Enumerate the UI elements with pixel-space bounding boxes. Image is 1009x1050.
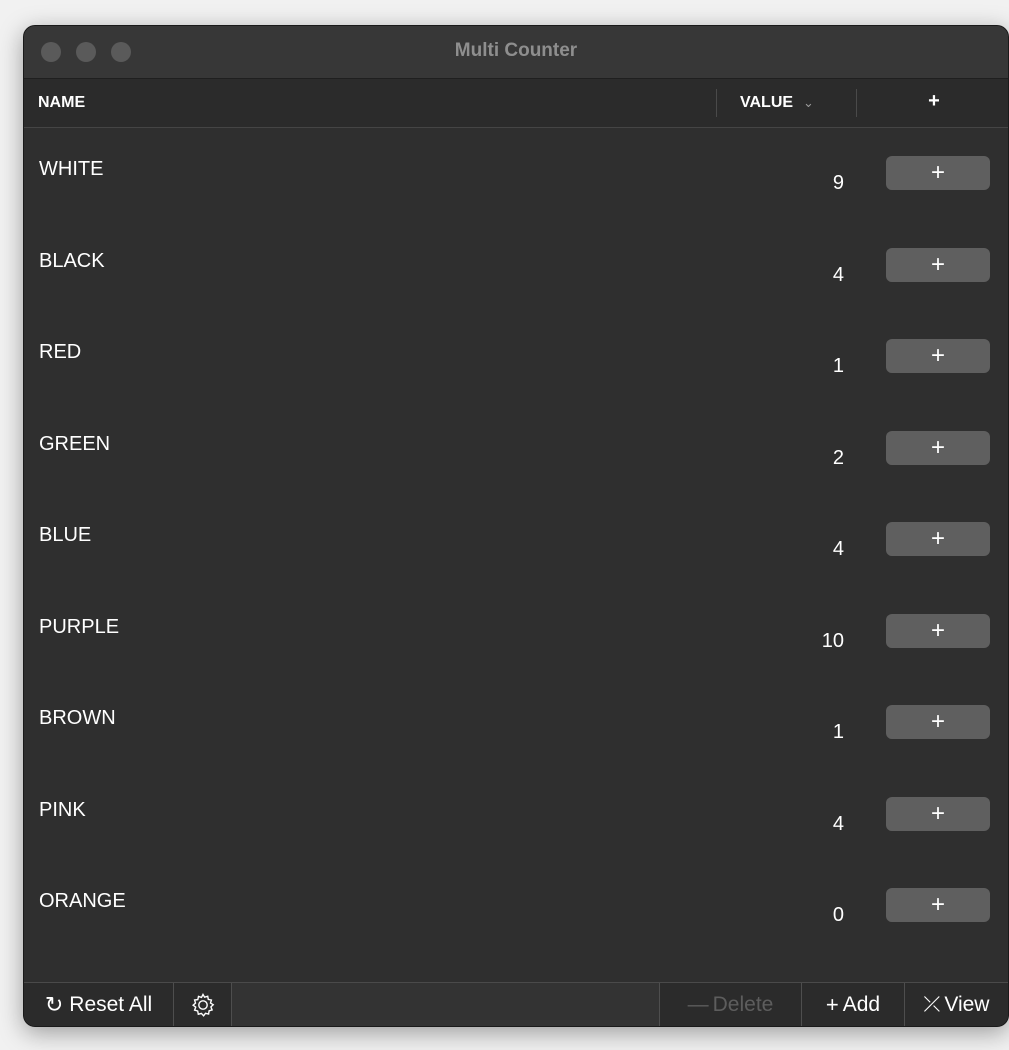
increment-button[interactable]: + <box>886 247 990 282</box>
plus-icon: + <box>825 992 839 1017</box>
table-row[interactable]: WHITE 9 + <box>24 128 1008 220</box>
table-row[interactable]: BLACK 4 + <box>24 220 1008 312</box>
column-header-value[interactable]: VALUE ⌄ <box>740 94 814 112</box>
delete-label: Delete <box>712 993 774 1016</box>
column-header-add[interactable]: + <box>904 90 964 113</box>
view-icon: ⤫ <box>923 993 941 1016</box>
gear-icon <box>190 992 216 1018</box>
counter-name: WHITE <box>39 158 104 180</box>
table-row[interactable]: PINK 4 + <box>24 769 1008 861</box>
app-window: Multi Counter NAME VALUE ⌄ + WHITE 9 + B… <box>23 25 1009 1027</box>
table-row[interactable]: ORANGE 0 + <box>24 860 1008 952</box>
increment-button[interactable]: + <box>886 613 990 648</box>
table-header: NAME VALUE ⌄ + <box>24 79 1008 128</box>
bottom-toolbar: ↻ Reset All — Delete + Add ⤫ View <box>24 982 1008 1026</box>
view-label: View <box>944 993 990 1016</box>
counter-name: ORANGE <box>39 890 126 912</box>
view-button[interactable]: ⤫ View <box>905 983 1008 1026</box>
increment-button[interactable]: + <box>886 888 990 922</box>
window-title: Multi Counter <box>454 40 578 61</box>
column-divider <box>716 89 717 117</box>
counter-name: RED <box>39 341 82 363</box>
increment-button[interactable]: + <box>886 522 990 556</box>
counter-value: 2 <box>832 446 844 469</box>
minus-icon: — <box>687 993 709 1016</box>
counter-value: 4 <box>832 812 844 835</box>
counter-value: 9 <box>832 172 844 194</box>
counter-value: 10 <box>821 629 844 652</box>
reset-all-button[interactable]: ↻ Reset All <box>24 983 173 1026</box>
counter-name: BROWN <box>39 707 116 729</box>
add-label: Add <box>842 993 881 1016</box>
table-row[interactable]: BLUE 4 + <box>24 494 1008 586</box>
delete-button[interactable]: — Delete <box>660 983 801 1026</box>
increment-button[interactable]: + <box>886 430 990 465</box>
increment-button[interactable]: + <box>886 156 990 190</box>
counter-value: 4 <box>832 263 844 286</box>
table-row[interactable]: GREEN 2 + <box>24 403 1008 495</box>
table-row[interactable]: RED 1 + <box>24 311 1008 403</box>
counter-name: BLUE <box>39 524 92 546</box>
counter-value: 1 <box>832 721 844 743</box>
counter-name: PINK <box>39 798 86 821</box>
reset-icon: ↻ <box>44 992 64 1017</box>
add-button[interactable]: + Add <box>802 983 904 1026</box>
column-divider <box>856 89 857 117</box>
column-header-value-label: VALUE <box>740 94 794 111</box>
settings-button[interactable] <box>174 983 231 1026</box>
table-row[interactable]: PURPLE 10 + <box>24 586 1008 678</box>
status-field <box>232 983 659 1026</box>
increment-button[interactable]: + <box>886 796 990 831</box>
title-bar: Multi Counter <box>24 26 1008 79</box>
reset-all-label: Reset All <box>69 993 153 1016</box>
counter-name: BLACK <box>39 249 105 272</box>
counter-value: 0 <box>832 904 844 926</box>
counter-name: PURPLE <box>39 615 120 638</box>
column-header-name[interactable]: NAME <box>38 94 85 112</box>
increment-button[interactable]: + <box>886 705 990 739</box>
table-row[interactable]: BROWN 1 + <box>24 677 1008 769</box>
counter-name: GREEN <box>39 432 111 455</box>
chevron-down-icon: ⌄ <box>803 95 814 110</box>
counter-value: 1 <box>832 355 844 377</box>
counter-value: 4 <box>832 538 844 560</box>
increment-button[interactable]: + <box>886 339 990 373</box>
